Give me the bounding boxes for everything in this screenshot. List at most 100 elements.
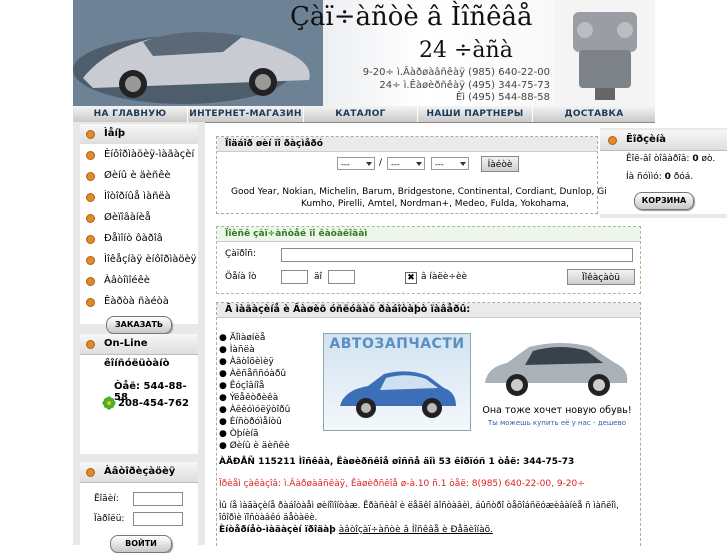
category-label: Øèíû è äèñêè	[229, 441, 290, 451]
nav-catalog[interactable]: КАТАЛОГ	[304, 106, 418, 122]
phone-line-1: 9-20÷ ì.Âàðøàâñêàÿ (985) 640-22-00	[362, 67, 550, 78]
menu-item-headlights[interactable]: Ðåìîíò ôàðîâ	[80, 228, 198, 249]
bullet-icon	[86, 214, 95, 223]
menu-item-label: Ìîêåçíàÿ èíôîðìàöèÿ	[104, 254, 197, 265]
category-label: Ìàñëà	[229, 345, 255, 355]
category-item[interactable]: ● Ýëåêòðèêà	[219, 393, 278, 403]
category-label: Êóçîâíîå	[229, 381, 265, 391]
tire-brands-line1: Good Year, Nokian, Michelin, Barum, Brid…	[231, 187, 607, 197]
menu-title: Ìåíþ	[80, 124, 198, 144]
menu-item-tires[interactable]: Øèíû è äèñêè	[80, 165, 198, 186]
cart-title: Êîðçèíà	[600, 130, 727, 151]
auth-panel: Àâòîðèçàöèÿ Ëîãèí: Ïàðîëü: ВОЙТИ	[80, 462, 198, 553]
new-shoes-banner[interactable]: Она тоже хочет новую обувь! Ты можешь ку…	[479, 331, 635, 431]
site-header: Çàï÷àñòè â Ìîñêâå 24 ÷àñà 9-20÷ ì.Âàðøàâ…	[73, 0, 655, 106]
autoparts-banner-text: АВТОЗАПЧАСТИ	[329, 336, 465, 352]
phone-line-3: Êì (495) 544-88-58	[455, 92, 550, 103]
category-item[interactable]: ● Èíñòðóìåíòû	[219, 417, 282, 427]
main-nav: НА ГЛАВНУЮ ИНТЕРНЕТ-МАГАЗИН КАТАЛОГ НАШИ…	[73, 106, 655, 123]
category-item[interactable]: ● Àêêóìóëÿòîðû	[219, 405, 290, 415]
gray-sedan-image	[485, 343, 628, 396]
category-label: Èíñòðóìåíòû	[229, 417, 282, 427]
menu-title-label: Ìåíþ	[104, 128, 126, 139]
price-from-label: Öåíà îò	[225, 272, 257, 282]
menu-item-label: Øèïîâàíèå	[104, 212, 151, 223]
menu-item-label: Ðåìîíò ôàðîâ	[104, 233, 163, 244]
category-item[interactable]: ● Øèíû è äèñêè	[219, 441, 290, 451]
icq-flower-icon	[102, 396, 116, 410]
menu-item-carwash[interactable]: Àâòîìîéêè	[80, 270, 198, 291]
order-intake-info: Ïðèåì çàêàçîâ: ì.Âàðøàâñêàÿ, Êàøèðñêîå ø…	[219, 479, 585, 489]
menu-item-sitemap[interactable]: Êàðòà ñàéòà	[80, 291, 198, 312]
bullet-icon	[86, 235, 95, 244]
cart-items-value: 0	[692, 154, 699, 164]
category-item[interactable]: ● Òþíèíã	[219, 429, 259, 439]
nav-partners[interactable]: НАШИ ПАРТНЕРЫ	[418, 106, 533, 122]
category-label: Àêêóìóëÿòîðû	[229, 405, 291, 415]
parts-search-title: Ïîèñê çàï÷àñòåé ïî êàòàëîãàì	[217, 227, 640, 242]
cart-sum-unit: ðóá.	[673, 172, 694, 182]
online-consultant-label: On-Line êîíñóëüòàíò	[104, 338, 170, 369]
welcome-title: Â ìàãàçèíå è Âàøèõ óñëóãàõ ðàáîòàþò ïàâå…	[217, 303, 640, 318]
login-button[interactable]: ВОЙТИ	[110, 535, 172, 553]
category-item[interactable]: ● Êóçîâíîå	[219, 381, 264, 391]
login-input[interactable]	[133, 492, 183, 506]
menu-item-label: Ìîòîðíûå ìàñëà	[104, 191, 171, 202]
bullet-icon	[86, 468, 95, 477]
tire-width-select[interactable]: ---	[337, 157, 375, 170]
auth-label: Àâòîðèçàöèÿ	[104, 466, 176, 477]
bullet-icon	[86, 172, 95, 181]
phone-line-2: 24÷ ì.Êàøèðñêàÿ (495) 344-75-73	[379, 80, 550, 91]
category-item[interactable]: ● Àêñåññóàðû	[219, 369, 286, 379]
online-consultant-panel: On-Line êîíñóëüòàíò Òåë: 544-88-58 208-4…	[80, 334, 198, 454]
online-consultant-title: On-Line êîíñóëüòàíò	[80, 334, 198, 369]
parts-query-label: Çàïðîñ:	[225, 249, 257, 259]
nav-home[interactable]: НА ГЛАВНУЮ	[73, 106, 188, 122]
footer-link[interactable]: àâòîçàï÷àñòè â Ìîñêâå è Ðåãèîíàõ.	[339, 525, 493, 535]
cart-sum-row: Íà ñóììó: 0 ðóá.	[626, 172, 693, 182]
menu-item-info[interactable]: Èíôîðìàöèÿ-ìàãàçèí	[80, 144, 198, 165]
category-label: Òþíèíã	[229, 429, 259, 439]
autoparts-banner[interactable]: АВТОЗАПЧАСТИ	[323, 333, 471, 431]
parts-query-input[interactable]	[281, 248, 633, 262]
menu-item-oils[interactable]: Ìîòîðíûå ìàñëà	[80, 186, 198, 207]
category-label: Äîìàøíèå	[229, 333, 266, 343]
in-stock-checkbox[interactable]: ✖	[405, 272, 417, 284]
new-shoes-caption: Она тоже хочет новую обувь!	[482, 405, 632, 416]
category-item[interactable]: ● Ìàñëà	[219, 345, 255, 355]
welcome-box: Â ìàãàçèíå è Âàøèõ óñëóãàõ ðàáîòàþò ïàâå…	[216, 302, 641, 546]
bullet-icon	[86, 298, 95, 307]
bullet-icon	[86, 151, 95, 160]
car-header-image	[73, 0, 323, 106]
category-item[interactable]: ● Àâòîõèìèÿ	[219, 357, 274, 367]
password-input[interactable]	[133, 512, 183, 526]
icq-number[interactable]: 208-454-762	[118, 398, 189, 409]
cart-items-label: Êîë-âî òîâàðîâ:	[626, 154, 690, 164]
parts-search-box: Ïîèñê çàï÷àñòåé ïî êàòàëîãàì Çàïðîñ: Öåí…	[216, 226, 641, 294]
tire-profile-select[interactable]: ---	[387, 157, 425, 170]
menu-panel: Ìåíþ Èíôîðìàöèÿ-ìàãàçèí Øèíû è äèñêè Ìîò…	[80, 124, 198, 334]
size-separator: /	[379, 158, 383, 168]
bullet-icon	[86, 130, 95, 139]
menu-item-label: Àâòîìîéêè	[104, 275, 150, 286]
menu-item-useful-info[interactable]: Ìîêåçíàÿ èíôîðìàöèÿ	[80, 249, 198, 270]
menu-item-studding[interactable]: Øèïîâàíèå	[80, 207, 198, 228]
nav-shop[interactable]: ИНТЕРНЕТ-МАГАЗИН	[188, 106, 304, 122]
footer-bold-text: Èíòåðíåò-ìàãàçèí ïðîäàþ	[219, 525, 336, 535]
tire-find-button[interactable]: Íàéòè	[481, 156, 519, 172]
price-to-input[interactable]	[328, 270, 355, 284]
cart-items-unit: øò.	[701, 154, 716, 164]
tire-search-title: Ïîäáîð øèí ïî ðàçìåðó	[217, 137, 597, 152]
parts-show-button[interactable]: Ïîêàçàòü	[567, 269, 635, 285]
price-from-input[interactable]	[281, 270, 308, 284]
login-label: Ëîãèí:	[94, 494, 119, 504]
category-item[interactable]: ● Äîìàøíèå	[219, 333, 265, 343]
order-button[interactable]: ЗАКАЗАТЬ	[106, 316, 172, 334]
footer-line: Èíòåðíåò-ìàãàçèí ïðîäàþ àâòîçàï÷àñòè â Ì…	[219, 525, 493, 535]
cart-button[interactable]: КОРЗИНА	[634, 192, 694, 210]
cart-sum-value: 0	[664, 172, 671, 182]
category-label: Àêñåññóàðû	[229, 369, 287, 379]
nav-delivery[interactable]: ДОСТАВКА	[533, 106, 655, 122]
tire-radius-select[interactable]: ---	[431, 157, 469, 170]
left-sidebar: Ìåíþ Èíôîðìàöèÿ-ìàãàçèí Øèíû è äèñêè Ìîò…	[73, 122, 205, 553]
